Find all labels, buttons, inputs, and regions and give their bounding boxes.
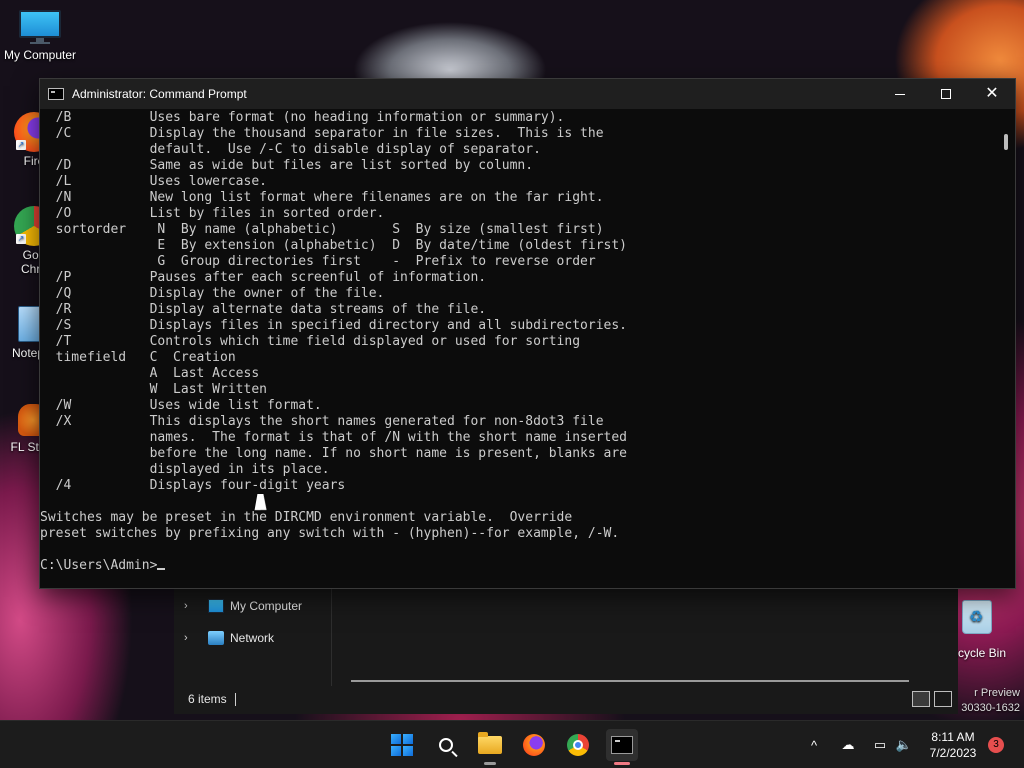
taskbar-app-firefox[interactable] [518,729,550,761]
cloud-off-icon: ☁ [841,737,855,752]
minimize-button[interactable] [877,79,923,109]
search-icon [439,738,453,752]
desktop-icon-label: cycle Bin [958,646,1007,660]
chrome-icon [567,734,589,756]
window-title: Administrator: Command Prompt [72,87,247,101]
build-watermark: r Preview 30330-1632 [958,686,1020,716]
console-text: /B Uses bare format (no heading informat… [40,110,627,541]
maximize-icon [941,89,951,99]
console-output[interactable]: /B Uses bare format (no heading informat… [40,110,998,588]
desktop-icon-my-computer[interactable]: My Computer [2,10,78,62]
monitor-icon [19,10,61,44]
desktop-icon-label: My Computer [3,48,77,62]
items-count: 6 items [188,692,227,706]
taskbar-app-file-explorer[interactable] [474,729,506,765]
maximize-button[interactable] [923,79,969,109]
nav-item-network[interactable]: › Network [184,628,274,648]
search-button[interactable] [430,729,462,761]
recycle-bin-icon [962,600,992,634]
large-icons-view-icon[interactable] [934,691,952,707]
nav-item-label: My Computer [230,599,303,613]
scrollbar-thumb[interactable] [1004,134,1008,150]
current-prompt: C:\Users\Admin> [40,558,158,573]
folder-icon [478,732,502,754]
clock-date: 7/2/2023 [929,746,977,760]
terminal-icon [48,88,64,100]
cloud-status-button[interactable]: ☁ [840,721,856,768]
window-titlebar[interactable]: Administrator: Command Prompt ✕ [40,79,1015,109]
command-prompt-window[interactable]: Administrator: Command Prompt ✕ /B Uses … [39,78,1016,589]
taskbar-app-chrome[interactable] [562,729,594,761]
taskbar: ^ ☁ ▭ 🔈 8:11 AM 7/2/2023 3 [0,720,1024,768]
watermark-line: r Preview [974,687,1020,699]
details-view-icon[interactable] [912,691,930,707]
close-icon: ✕ [985,85,999,102]
status-bar: 6 items [188,692,236,707]
show-hidden-icons-button[interactable]: ^ [806,721,822,768]
network-icon: ▭ [873,737,887,752]
notification-badge[interactable]: 3 [988,737,1004,753]
network-icon [208,631,224,645]
clock-button[interactable]: 8:11 AM 7/2/2023 [924,729,982,761]
text-cursor [157,568,166,570]
windows-logo-icon [391,734,413,756]
view-toggle [912,691,952,707]
minimize-icon [895,93,905,95]
watermark-line: 30330-1632 [961,702,1020,714]
terminal-icon [611,736,633,754]
chevron-up-icon: ^ [810,737,818,753]
volume-button[interactable]: 🔈 [896,721,912,768]
network-button[interactable]: ▭ [872,721,888,768]
speaker-icon: 🔈 [895,737,913,752]
monitor-icon [208,599,224,613]
file-explorer-window: › My Computer › Network 6 items [174,588,958,714]
vertical-scrollbar[interactable] [998,110,1015,588]
desktop-icon-recycle-bin[interactable]: cycle Bin [958,600,1006,660]
chevron-right-icon[interactable]: › [184,600,198,612]
nav-item-label: Network [230,631,275,645]
nav-item-my-computer[interactable]: › My Computer [184,596,302,616]
horizontal-scrollbar[interactable] [351,680,909,682]
clock-time: 8:11 AM [931,730,975,744]
start-button[interactable] [386,729,418,761]
taskbar-app-command-prompt[interactable] [606,729,638,765]
close-button[interactable]: ✕ [969,79,1015,109]
chevron-right-icon[interactable]: › [184,632,198,644]
firefox-icon [523,734,545,756]
navigation-pane: › My Computer › Network [174,588,332,686]
